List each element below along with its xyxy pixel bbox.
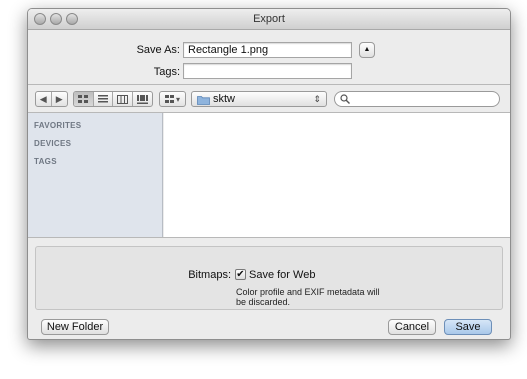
- sidebar-heading-tags: TAGS: [34, 157, 57, 166]
- sidebar: FAVORITES DEVICES TAGS: [28, 113, 163, 237]
- accessory-panel: Bitmaps: ✔ Save for Web Color profile an…: [35, 246, 503, 310]
- search-field[interactable]: [334, 91, 500, 107]
- window-title: Export: [253, 13, 285, 25]
- expand-dialog-button[interactable]: ▲: [359, 42, 375, 58]
- new-folder-button[interactable]: New Folder: [41, 319, 109, 335]
- toolbar-separator: [28, 84, 510, 85]
- list-view-button[interactable]: [94, 92, 113, 106]
- save-button[interactable]: Save: [444, 319, 492, 335]
- list-view-icon: [97, 95, 108, 103]
- location-popup[interactable]: sktw ⇕: [191, 91, 327, 107]
- location-label: sktw: [213, 93, 235, 105]
- updown-arrows-icon: ⇕: [313, 94, 321, 104]
- arrange-menu[interactable]: ▾: [159, 91, 186, 107]
- icon-view-button[interactable]: [74, 92, 94, 106]
- tags-field[interactable]: [183, 63, 352, 79]
- sidebar-heading-devices: DEVICES: [34, 139, 72, 148]
- column-view-icon: [116, 94, 128, 104]
- save-as-field[interactable]: Rectangle 1.png: [183, 42, 352, 58]
- forward-button[interactable]: ▶: [52, 92, 67, 106]
- view-mode-control: [73, 91, 153, 107]
- metadata-note: Color profile and EXIF metadata will be …: [236, 287, 380, 307]
- icon-view-icon: [78, 95, 89, 103]
- export-dialog: Export Save As: Rectangle 1.png ▲ Tags: …: [27, 8, 511, 340]
- back-arrow-icon: ◀: [39, 93, 47, 104]
- folder-icon: [197, 96, 210, 105]
- forward-arrow-icon: ▶: [55, 93, 63, 104]
- save-as-label: Save As:: [136, 44, 180, 56]
- metadata-note-line-2: be discarded.: [236, 297, 291, 307]
- metadata-note-line-1: Color profile and EXIF metadata will: [236, 287, 380, 297]
- arrange-menu-content: ▾: [160, 92, 185, 106]
- search-icon: [340, 94, 350, 104]
- column-view-button[interactable]: [113, 92, 133, 106]
- save-for-web-checkbox[interactable]: ✔: [235, 269, 246, 280]
- title-bar: Export: [28, 9, 510, 30]
- file-browser-area[interactable]: [164, 113, 510, 237]
- checkmark-icon: ✔: [236, 269, 245, 280]
- coverflow-view-icon: [136, 94, 148, 104]
- chevron-down-icon: ▾: [175, 94, 180, 104]
- back-forward-control: ◀ ▶: [35, 91, 68, 107]
- coverflow-view-button[interactable]: [133, 92, 152, 106]
- triangle-up-icon: ▲: [363, 46, 371, 53]
- back-button[interactable]: ◀: [36, 92, 52, 106]
- arrange-icon: [164, 95, 174, 103]
- cancel-button[interactable]: Cancel: [388, 319, 436, 335]
- sidebar-heading-favorites: FAVORITES: [34, 121, 82, 130]
- browser-bottom-border: [28, 237, 510, 238]
- save-for-web-label[interactable]: Save for Web: [249, 269, 315, 281]
- tags-label: Tags:: [153, 66, 180, 78]
- bitmaps-label: Bitmaps:: [188, 269, 231, 281]
